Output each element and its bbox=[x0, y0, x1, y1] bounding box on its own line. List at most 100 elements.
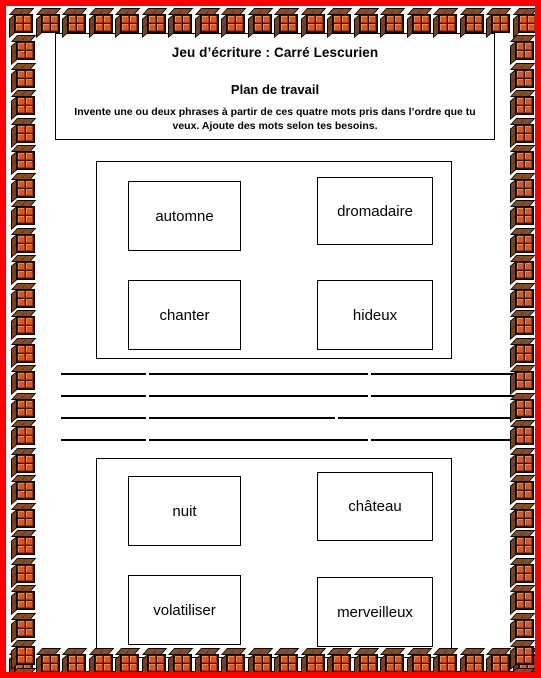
rubiks-cube-icon bbox=[11, 612, 37, 643]
cube-front-face bbox=[332, 654, 351, 673]
cube-border-left bbox=[11, 35, 37, 675]
cube-tile bbox=[525, 601, 532, 608]
cube-tile bbox=[103, 24, 111, 31]
cube-tile bbox=[18, 381, 25, 388]
cube-front-face bbox=[226, 14, 245, 33]
cube-front-face bbox=[16, 206, 35, 225]
cube-tile bbox=[525, 290, 532, 298]
cube-tile bbox=[525, 483, 532, 490]
cube-tile bbox=[18, 326, 25, 333]
cube-front-face bbox=[515, 261, 534, 280]
rubiks-cube-icon bbox=[327, 8, 353, 39]
cube-front-face bbox=[226, 654, 245, 673]
cube-tile bbox=[228, 656, 235, 663]
cube-tile bbox=[254, 16, 262, 23]
writing-line-segment bbox=[149, 417, 336, 419]
cube-front-face bbox=[16, 371, 35, 390]
cube-tile bbox=[421, 24, 429, 31]
header-subtitle: Plan de travail bbox=[230, 82, 320, 97]
cube-tile bbox=[95, 664, 103, 671]
worksheet-page: Jeu d’écriture : Carré Lescurien Plan de… bbox=[0, 0, 541, 678]
cube-tile bbox=[201, 16, 209, 23]
cube-tile bbox=[413, 16, 421, 23]
rubiks-cube-icon bbox=[459, 648, 485, 675]
cube-tile bbox=[18, 235, 25, 243]
cube-tile bbox=[517, 70, 524, 78]
cube-tile bbox=[42, 16, 50, 23]
cube-front-face bbox=[411, 654, 431, 673]
rubiks-cube-icon bbox=[510, 117, 536, 148]
rubiks-cube-icon bbox=[510, 612, 536, 643]
cube-tile bbox=[517, 455, 524, 463]
cube-front-face bbox=[515, 343, 534, 363]
writing-line-1[interactable] bbox=[61, 373, 521, 375]
cube-tile bbox=[517, 271, 524, 278]
cube-tile bbox=[26, 290, 33, 298]
cube-tile bbox=[315, 16, 323, 23]
red-border-right bbox=[535, 3, 538, 675]
cube-tile bbox=[525, 408, 532, 416]
cube-tile bbox=[525, 298, 532, 306]
cube-tile bbox=[342, 664, 349, 671]
cube-front-face bbox=[93, 14, 113, 33]
cube-front-face bbox=[16, 68, 35, 88]
rubiks-cube-icon bbox=[62, 648, 88, 675]
cube-border-bottom bbox=[9, 648, 538, 675]
cube-tile bbox=[228, 16, 235, 23]
word-box-volatiliser[interactable]: volatiliser bbox=[128, 575, 241, 645]
cube-front-face bbox=[173, 14, 192, 33]
cube-tile bbox=[26, 538, 33, 545]
cube-tile bbox=[493, 24, 500, 31]
cube-tile bbox=[525, 271, 532, 278]
cube-tile bbox=[517, 216, 524, 223]
word-box-nuit[interactable]: nuit bbox=[128, 476, 241, 546]
cube-tile bbox=[281, 16, 288, 23]
cube-tile bbox=[26, 491, 33, 498]
cube-tile bbox=[525, 455, 532, 463]
cube-front-face bbox=[515, 508, 534, 528]
cube-tile bbox=[334, 664, 341, 671]
writing-line-4[interactable] bbox=[61, 439, 521, 441]
cube-tile bbox=[525, 463, 532, 471]
cube-tile bbox=[315, 664, 323, 671]
cube-front-face bbox=[16, 563, 35, 583]
writing-line-segment bbox=[370, 439, 521, 441]
cube-tile bbox=[501, 664, 508, 671]
cube-tile bbox=[18, 400, 25, 408]
cube-tile bbox=[360, 24, 368, 31]
cube-tile bbox=[18, 510, 25, 518]
cube-tile bbox=[209, 656, 217, 663]
cube-front-face bbox=[305, 654, 325, 673]
word-box-chateau[interactable]: château bbox=[317, 472, 433, 541]
word-box-merveilleux[interactable]: merveilleux bbox=[317, 577, 433, 647]
cube-tile bbox=[421, 656, 429, 663]
cube-tile bbox=[421, 664, 429, 671]
cube-tile bbox=[18, 153, 25, 160]
rubiks-cube-icon bbox=[11, 62, 37, 93]
rubiks-cube-icon bbox=[194, 8, 220, 39]
cube-tile bbox=[517, 436, 524, 443]
cube-tile bbox=[517, 188, 524, 196]
word-box-automne[interactable]: automne bbox=[128, 181, 241, 251]
word-box-chanter[interactable]: chanter bbox=[128, 280, 241, 350]
cube-front-face bbox=[515, 646, 534, 665]
word-box-hideux[interactable]: hideux bbox=[317, 280, 433, 350]
cube-tile bbox=[525, 656, 532, 663]
cube-tile bbox=[201, 24, 209, 31]
rubiks-cube-icon bbox=[141, 8, 167, 39]
cube-front-face bbox=[515, 536, 534, 555]
cube-tile bbox=[289, 16, 296, 23]
cube-tile bbox=[387, 656, 394, 663]
cube-tile bbox=[493, 16, 500, 23]
cube-front-face bbox=[16, 426, 35, 445]
cube-tile bbox=[440, 24, 447, 31]
cube-border-top bbox=[9, 8, 538, 39]
cube-tile bbox=[18, 656, 25, 663]
cube-tile bbox=[175, 16, 182, 23]
cube-front-face bbox=[14, 14, 33, 33]
cube-tile bbox=[517, 483, 524, 490]
writing-line-2[interactable] bbox=[61, 395, 521, 397]
cube-tile bbox=[474, 664, 482, 671]
writing-line-3[interactable] bbox=[61, 417, 521, 419]
word-box-dromadaire[interactable]: dromadaire bbox=[317, 177, 433, 245]
